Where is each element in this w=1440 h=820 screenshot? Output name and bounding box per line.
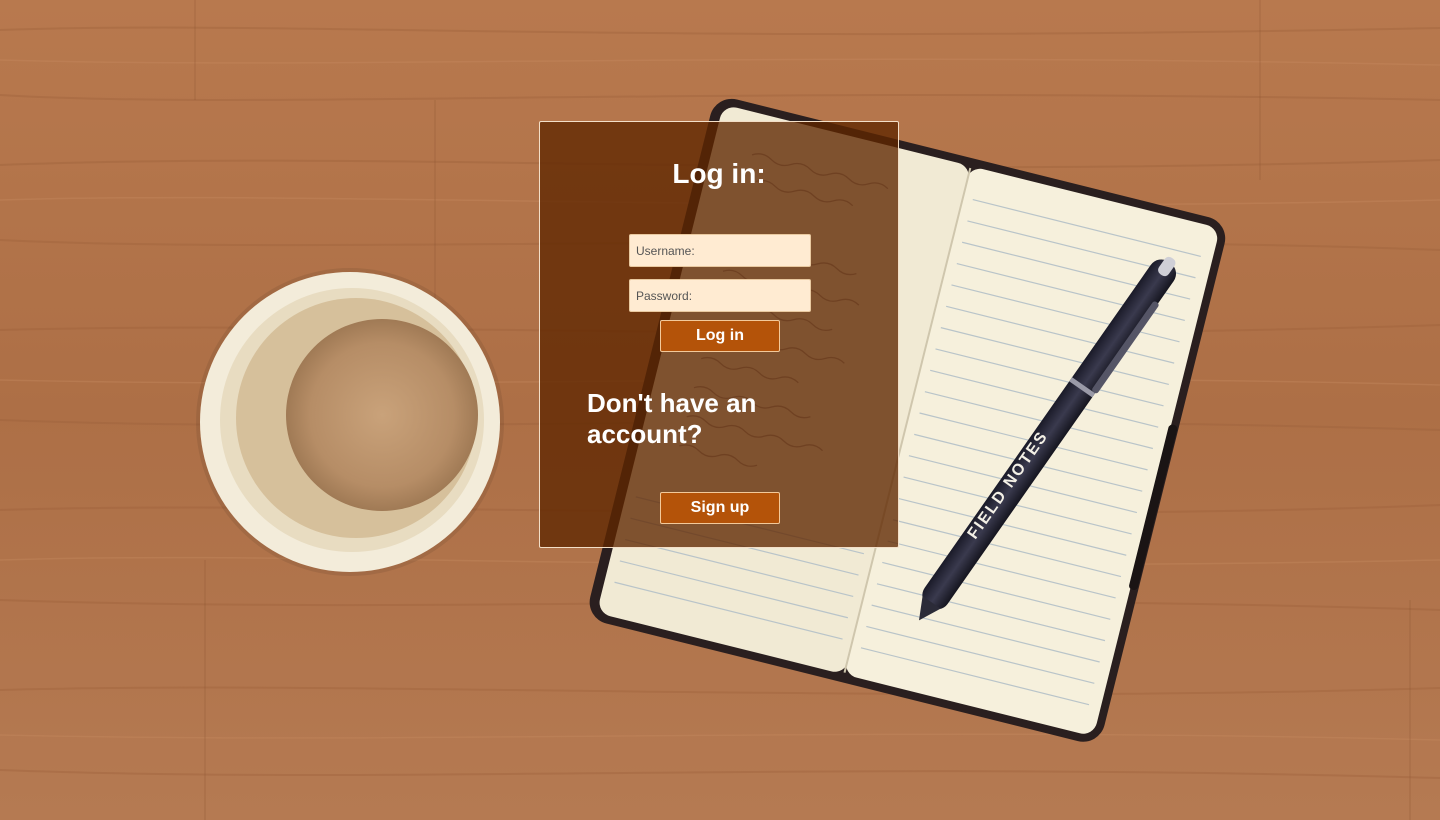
signup-button[interactable]: Sign up [660, 492, 780, 524]
signup-prompt: Don't have an account? [587, 388, 757, 449]
login-title: Log in: [672, 158, 766, 189]
background-scene: FIELD NOTES Log in: Log in Don't have an… [0, 0, 1440, 820]
login-button[interactable]: Log in [660, 320, 780, 352]
password-input[interactable] [629, 279, 811, 312]
username-input[interactable] [629, 234, 811, 267]
login-panel: Log in: Log in Don't have an account? Si… [539, 121, 899, 548]
